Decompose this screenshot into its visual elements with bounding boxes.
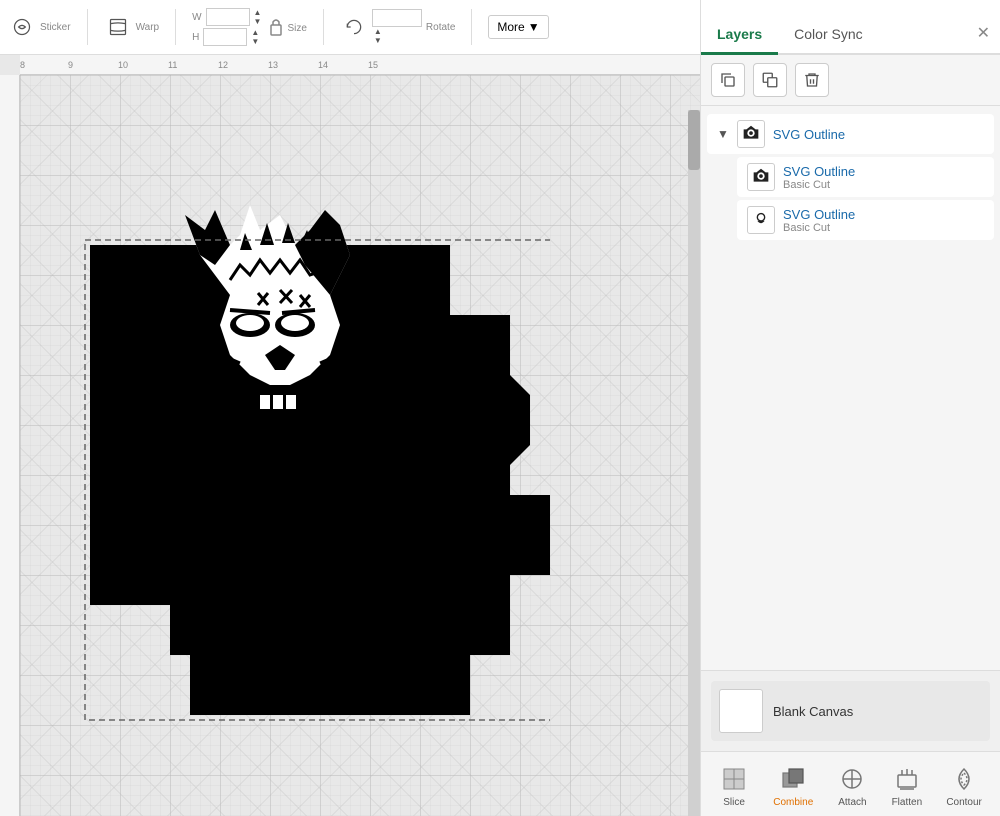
sep3 — [323, 9, 324, 45]
chevron-down-icon: ▼ — [717, 127, 729, 141]
combine-button[interactable]: Combine — [767, 760, 819, 812]
ruler-mark: 15 — [368, 60, 378, 70]
ruler-mark: 9 — [68, 60, 73, 70]
rotate-up[interactable]: ▲ — [374, 27, 422, 36]
width-input[interactable] — [206, 8, 250, 26]
scrollbar-thumb[interactable] — [688, 110, 700, 170]
ruler-mark: 13 — [268, 60, 278, 70]
blank-canvas-section: Blank Canvas — [701, 670, 1000, 751]
bottom-toolbar: Slice Combine Attach — [701, 751, 1000, 816]
sticker-label: Sticker — [40, 22, 71, 33]
attach-icon — [837, 764, 867, 794]
size-group: W ▲ ▼ H ▲ ▼ Size — [192, 8, 307, 46]
combine-label: Combine — [773, 797, 813, 808]
ruler-top: 8 9 10 11 12 13 14 15 — [20, 55, 700, 75]
panel-toolbar — [701, 55, 1000, 106]
ruler-mark: 10 — [118, 60, 128, 70]
delete-button[interactable] — [795, 63, 829, 97]
layer-child-2-desc: Basic Cut — [783, 222, 855, 234]
contour-icon — [949, 764, 979, 794]
layer-child-1-info: SVG Outline Basic Cut — [783, 164, 855, 191]
more-chevron-icon: ▼ — [528, 20, 540, 34]
layer-group-header[interactable]: ▼ SVG Outline — [707, 114, 994, 154]
panel-tabs: Layers Color Sync ✕ — [701, 0, 1000, 55]
ruler-mark: 12 — [218, 60, 228, 70]
layer-children: SVG Outline Basic Cut SVG Outline Bas — [701, 157, 1000, 240]
right-panel: Layers Color Sync ✕ — [700, 0, 1000, 816]
layer-child-2[interactable]: SVG Outline Basic Cut — [737, 200, 994, 240]
warp-group: Warp — [104, 13, 160, 41]
sticker-group: Sticker — [8, 13, 71, 41]
ruler-mark: 14 — [318, 60, 328, 70]
sep2 — [175, 9, 176, 45]
duplicate-button[interactable] — [711, 63, 745, 97]
slice-icon — [719, 764, 749, 794]
rotate-input[interactable] — [372, 9, 422, 27]
ruler-mark: 11 — [168, 60, 177, 70]
slice-button[interactable]: Slice — [713, 760, 755, 812]
blank-canvas-item[interactable]: Blank Canvas — [711, 681, 990, 741]
layer-group-thumb — [737, 120, 765, 148]
layer-child-1-desc: Basic Cut — [783, 179, 855, 191]
ruler-left — [0, 75, 20, 816]
flatten-icon — [892, 764, 922, 794]
ruler-mark: 8 — [20, 60, 25, 70]
layer-group: ▼ SVG Outline — [701, 114, 1000, 240]
canvas-area[interactable]: 8 9 10 11 12 13 14 15 — [0, 55, 700, 816]
warp-label: Warp — [136, 22, 160, 33]
tab-color-sync[interactable]: Color Sync — [778, 18, 878, 55]
layer-child-2-name: SVG Outline — [783, 207, 855, 222]
rotate-icon — [340, 13, 368, 41]
flatten-button[interactable]: Flatten — [886, 760, 929, 812]
blank-canvas-label: Blank Canvas — [773, 704, 853, 719]
top-toolbar: Sticker Warp W ▲ ▼ H — [0, 0, 700, 55]
rotate-down[interactable]: ▼ — [374, 36, 422, 45]
scrollbar[interactable] — [688, 110, 700, 816]
attach-button[interactable]: Attach — [831, 760, 873, 812]
slice-label: Slice — [723, 797, 745, 808]
height-up[interactable]: ▲ — [251, 28, 259, 37]
contour-label: Contour — [946, 797, 982, 808]
h-label: H — [192, 32, 199, 43]
layer-child-1[interactable]: SVG Outline Basic Cut — [737, 157, 994, 197]
blank-canvas-thumb — [719, 689, 763, 733]
tab-layers[interactable]: Layers — [701, 18, 778, 55]
close-panel-icon[interactable]: ✕ — [977, 23, 990, 53]
flatten-label: Flatten — [892, 797, 923, 808]
rotate-group: ▲ ▼ Rotate — [340, 9, 455, 45]
combine-icon — [778, 764, 808, 794]
size-label: Size — [287, 23, 306, 34]
warp-button[interactable] — [104, 13, 132, 41]
layers-list: ▼ SVG Outline — [701, 106, 1000, 670]
layer-group-name: SVG Outline — [773, 127, 845, 142]
sticker-button[interactable] — [8, 13, 36, 41]
copy-to-canvas-button[interactable] — [753, 63, 787, 97]
sep4 — [471, 9, 472, 45]
layer-child-1-name: SVG Outline — [783, 164, 855, 179]
height-down[interactable]: ▼ — [251, 37, 259, 46]
width-up[interactable]: ▲ — [254, 8, 262, 17]
layer-child-2-thumb — [747, 206, 775, 234]
design-canvas[interactable] — [30, 115, 550, 735]
sep1 — [87, 9, 88, 45]
width-down[interactable]: ▼ — [254, 17, 262, 26]
w-label: W — [192, 12, 201, 23]
rotate-label: Rotate — [426, 22, 455, 33]
more-button[interactable]: More ▼ — [488, 15, 548, 39]
layer-child-2-info: SVG Outline Basic Cut — [783, 207, 855, 234]
lock-icon — [269, 17, 283, 37]
height-input[interactable] — [203, 28, 247, 46]
layer-child-1-thumb — [747, 163, 775, 191]
attach-label: Attach — [838, 797, 866, 808]
contour-button[interactable]: Contour — [940, 760, 988, 812]
